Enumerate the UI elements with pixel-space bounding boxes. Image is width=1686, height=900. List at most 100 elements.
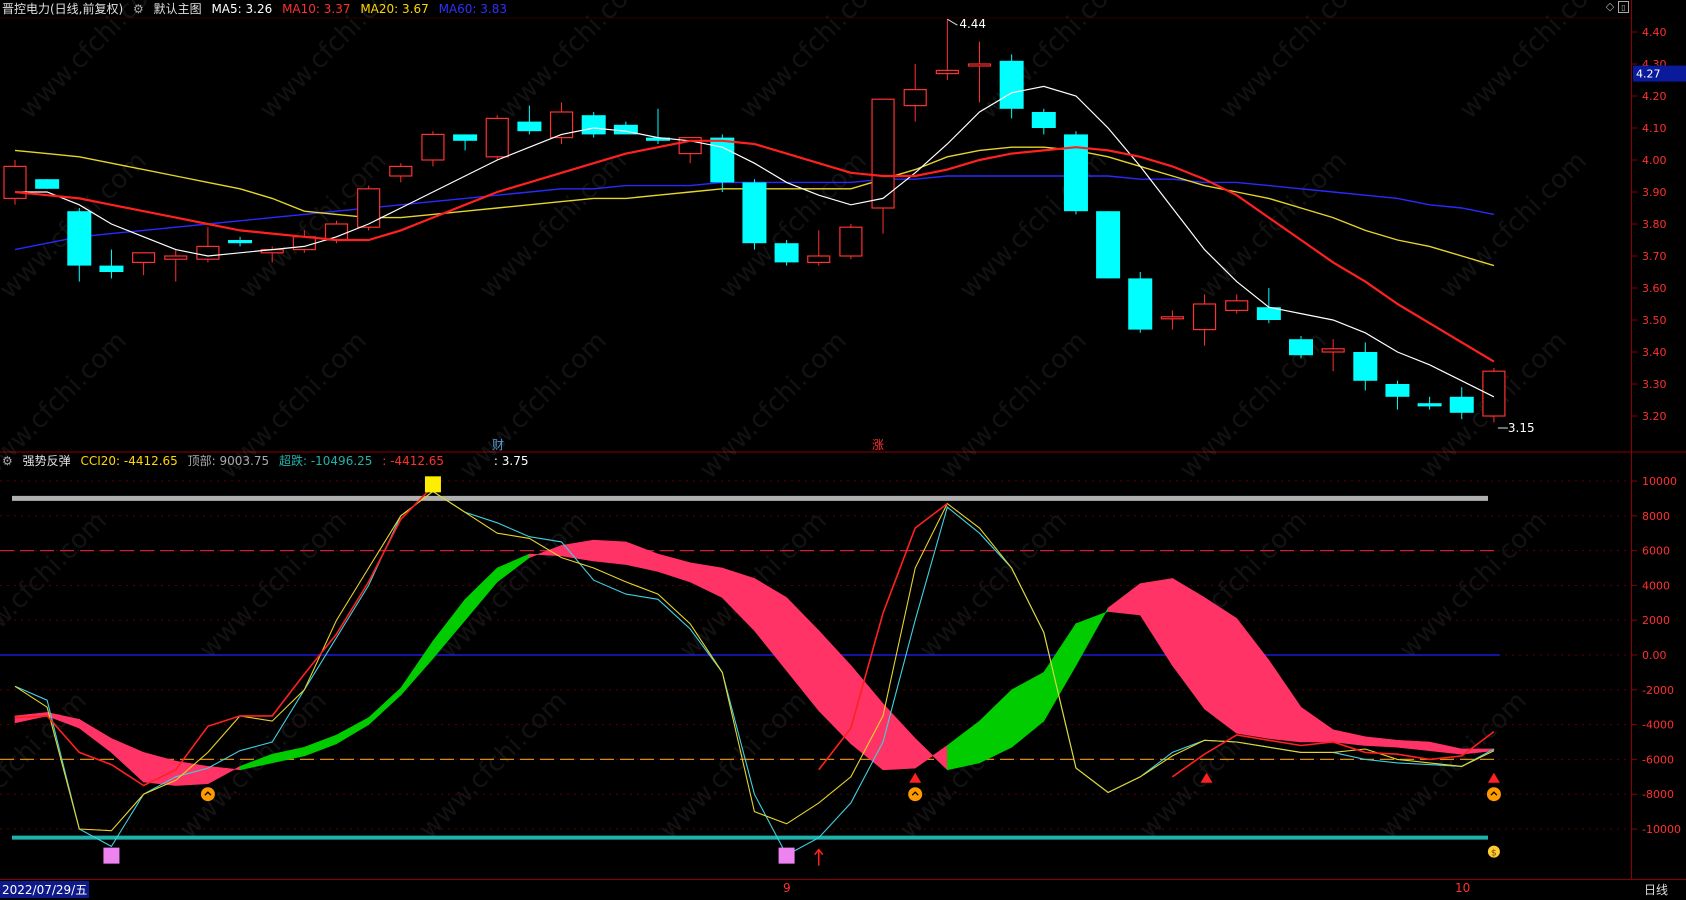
candle-body	[196, 245, 220, 260]
candle-down	[1289, 336, 1313, 359]
chart-canvas[interactable]: www.cfchi.com www.cfchi.com www.cfchi.com w…	[0, 0, 1686, 896]
band-segment-pink	[1107, 583, 1141, 616]
candle-body	[228, 240, 253, 244]
tick-label-9: 9	[783, 881, 791, 895]
price-axis-label: 4.20	[1642, 90, 1667, 103]
buy-arrow-icon	[1487, 772, 1500, 783]
oversold-signal-square	[103, 847, 120, 864]
indicator-axis-label: 6000	[1642, 545, 1670, 558]
watermark-text: www.cfchi.com	[954, 146, 1113, 305]
indicator-name[interactable]: 强势反弹	[23, 454, 71, 468]
candle-up	[196, 227, 220, 263]
candle-body	[1192, 303, 1217, 331]
candle-down	[1385, 380, 1410, 410]
oversold-signal-square	[778, 847, 795, 864]
candle-body	[774, 243, 799, 263]
settings-icon[interactable]: ⚙	[133, 2, 144, 16]
price-axis-label: 4.00	[1642, 154, 1667, 167]
ma5-label: MA5: 3.26	[211, 2, 273, 16]
band-segment-pink	[593, 539, 627, 565]
watermark-text: www.cfchi.com	[1394, 506, 1553, 665]
watermark-text: www.cfchi.com	[494, 0, 653, 125]
price-axis-label: 4.40	[1642, 26, 1667, 39]
high-price-label: 4.44	[959, 17, 986, 31]
candle-down	[67, 208, 92, 282]
main-chart-label[interactable]: 默认主图	[154, 2, 202, 16]
band-segment-pink	[143, 752, 177, 786]
price-axis-label: 3.40	[1642, 346, 1667, 359]
indicator-axis-label: -10000	[1642, 823, 1681, 836]
price-axis-label: 3.70	[1642, 250, 1667, 263]
candle-up	[839, 224, 863, 260]
band-segment-green	[336, 717, 369, 745]
watermark-group: www.cfchi.com www.cfchi.com www.cfchi.com w…	[0, 0, 1613, 845]
watermark-text: www.cfchi.com	[1194, 146, 1353, 305]
tick-label-10: 10	[1455, 881, 1471, 895]
candle-down	[1256, 288, 1281, 324]
watermark-text: www.cfchi.com	[654, 686, 813, 845]
indicator-axis-label: -4000	[1642, 719, 1674, 732]
ma20-label: MA20: 3.67	[360, 2, 429, 16]
price-axis-label: 3.90	[1642, 186, 1667, 199]
smile-badge-icon	[908, 787, 923, 802]
current-price-text: 4.27	[1636, 68, 1661, 81]
candle-down	[1096, 211, 1121, 279]
watermark-text: www.cfchi.com	[254, 0, 413, 125]
candle-body	[1096, 211, 1121, 279]
candle-body	[421, 133, 445, 161]
candle-up	[807, 230, 831, 266]
candle-body	[1128, 278, 1153, 330]
candle-body	[132, 252, 156, 264]
top-panel-header: 晋控电力(日线,前复权) ⚙ 默认主图 MA5: 3.26 MA10: 3.37…	[2, 0, 513, 16]
candle-body	[485, 117, 509, 158]
top-signal-square	[424, 476, 441, 493]
band-segment-green	[400, 640, 434, 696]
smile-badge-icon	[1486, 787, 1501, 802]
date-cursor-label[interactable]: 2022/07/29/五	[0, 881, 90, 898]
candle-body	[1353, 352, 1378, 381]
candle-up	[485, 115, 509, 160]
buy-arrow-icon	[909, 772, 922, 783]
indicator-axis-label: 2000	[1642, 614, 1670, 627]
watermark-text: www.cfchi.com	[474, 146, 633, 305]
candle-body	[967, 63, 992, 67]
band-segment-green	[1043, 622, 1077, 723]
band-segment-pink	[882, 702, 916, 771]
band-segment-pink	[914, 737, 948, 771]
price-axis-label: 3.80	[1642, 218, 1667, 231]
candle-down	[1417, 396, 1442, 410]
band-segment-pink	[1365, 736, 1398, 748]
panel-toggle-icon[interactable]: ▯	[1618, 1, 1629, 13]
candle-body	[35, 179, 60, 189]
candle-up	[903, 64, 927, 122]
watermark-text: www.cfchi.com	[0, 686, 93, 845]
watermark-text: www.cfchi.com	[934, 326, 1093, 485]
extra-label-2: : 3.75	[493, 454, 529, 468]
candle-body	[839, 226, 863, 257]
watermark-text: www.cfchi.com	[734, 0, 893, 125]
candle-down	[99, 249, 124, 279]
event-marker-cai: 财	[492, 438, 504, 452]
candle-up	[1225, 294, 1249, 314]
price-axis-label: 4.10	[1642, 122, 1667, 135]
band-segment-pink	[1236, 617, 1270, 739]
candle-body	[935, 69, 959, 75]
diamond-icon[interactable]: ◇	[1604, 1, 1616, 13]
candle-down	[742, 179, 767, 250]
settings-icon[interactable]: ⚙	[2, 454, 13, 468]
candle-body	[389, 165, 413, 177]
indicator-axis-label: -6000	[1642, 753, 1674, 766]
money-bag-symbol: $	[1491, 849, 1497, 859]
candle-up	[1160, 310, 1185, 330]
candle-down	[1031, 108, 1056, 135]
period-label[interactable]: 日线	[1644, 881, 1668, 898]
band-segment-pink	[175, 760, 209, 786]
watermark-text: www.cfchi.com	[914, 506, 1073, 665]
candle-up	[871, 98, 895, 234]
watermark-text: www.cfchi.com	[694, 326, 853, 485]
indicator-header: ⚙ 强势反弹 CCI20: -4412.65 顶部: 9003.75 超跌: -…	[2, 452, 534, 468]
stock-title[interactable]: 晋控电力(日线,前复权)	[2, 2, 123, 16]
indicator-axis-label: 0.00	[1642, 649, 1667, 662]
price-axis-label: 3.50	[1642, 314, 1667, 327]
candle-body	[1160, 316, 1185, 320]
